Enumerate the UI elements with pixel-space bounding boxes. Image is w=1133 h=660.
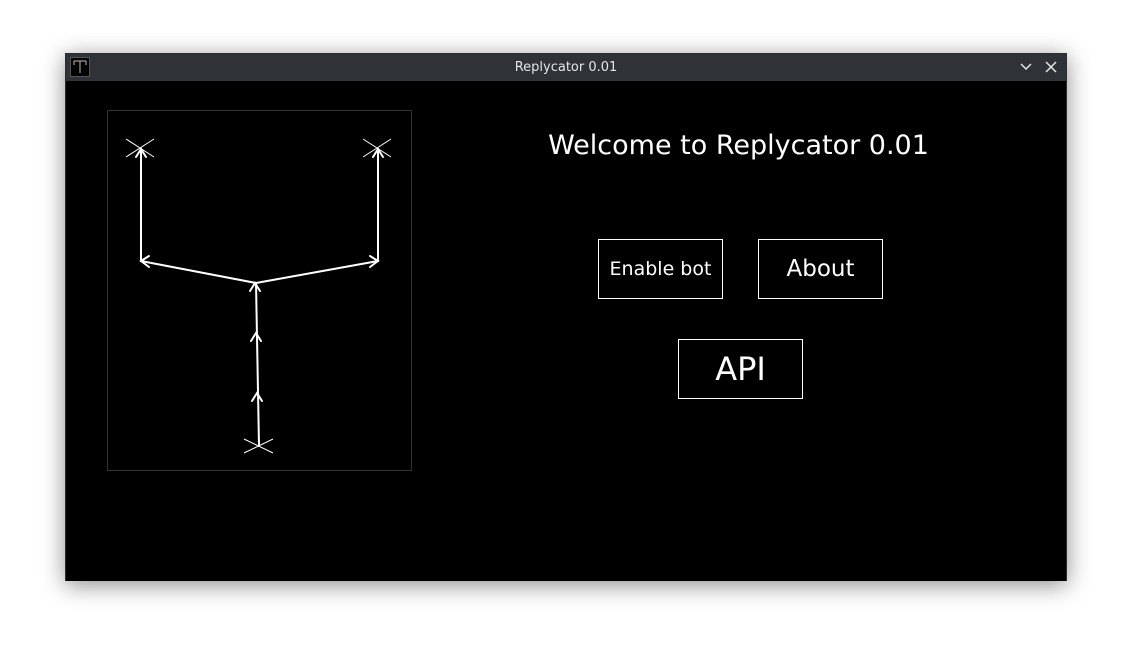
app-window: Replycator 0.01 Welcome to Replycator 0.… (65, 53, 1067, 581)
api-button[interactable]: API (678, 339, 803, 399)
api-label: API (715, 350, 766, 388)
enable-bot-button[interactable]: Enable bot (598, 239, 723, 299)
title-bar[interactable]: Replycator 0.01 (66, 54, 1066, 81)
chevron-down-icon[interactable] (1017, 58, 1035, 76)
window-title: Replycator 0.01 (514, 60, 618, 75)
diagram-panel (107, 110, 412, 471)
enable-bot-label: Enable bot (609, 258, 712, 280)
close-icon[interactable] (1042, 58, 1060, 76)
about-label: About (786, 256, 855, 282)
about-button[interactable]: About (758, 239, 883, 299)
y-branch-diagram (125, 138, 392, 454)
welcome-heading: Welcome to Replycator 0.01 (548, 130, 929, 161)
client-area: Welcome to Replycator 0.01 Enable bot Ab… (66, 81, 1066, 581)
